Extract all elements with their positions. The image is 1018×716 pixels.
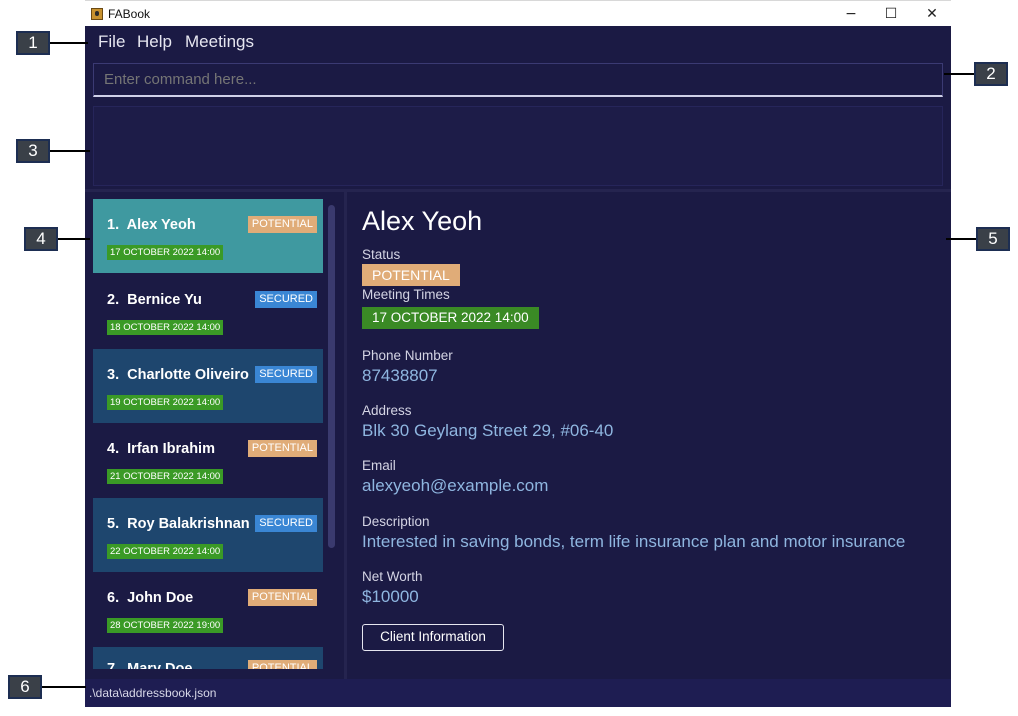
- status-tag: SECURED: [255, 515, 317, 532]
- split-divider[interactable]: [344, 192, 347, 679]
- client-name: Bernice Yu: [127, 292, 202, 308]
- callout-2: 2: [974, 62, 1008, 86]
- client-name: John Doe: [127, 590, 194, 606]
- title-bar: FABook − ☐ ✕: [85, 0, 951, 26]
- status-tag: SECURED: [255, 291, 317, 308]
- close-button[interactable]: ✕: [915, 3, 949, 25]
- status-tag: POTENTIAL: [247, 589, 317, 606]
- client-card-3[interactable]: 3. Charlotte Oliveiro SECURED 19 OCTOBER…: [93, 349, 323, 423]
- meeting-times-label: Meeting Times: [362, 287, 450, 302]
- detail-meeting-badge: 17 OCTOBER 2022 14:00: [362, 307, 539, 329]
- callout-line-1: [50, 42, 88, 44]
- menu-bar: File Help Meetings: [85, 26, 951, 58]
- client-information-button[interactable]: Client Information: [362, 624, 504, 651]
- callout-line-3: [50, 150, 90, 152]
- client-index: 1.: [107, 217, 120, 233]
- phone-label: Phone Number: [362, 348, 453, 363]
- window-title: FABook: [108, 7, 151, 21]
- callout-line-4: [58, 238, 90, 240]
- client-card-4[interactable]: 4. Irfan Ibrahim POTENTIAL 21 OCTOBER 20…: [93, 423, 323, 497]
- scrollbar-thumb[interactable]: [328, 205, 335, 548]
- client-index: 3.: [107, 367, 120, 383]
- detail-status-tag: POTENTIAL: [362, 264, 460, 286]
- status-tag: SECURED: [255, 366, 317, 383]
- client-name: Irfan Ibrahim: [127, 441, 215, 457]
- client-name: Alex Yeoh: [126, 217, 196, 233]
- callout-4: 4: [24, 227, 58, 251]
- description-value: Interested in saving bonds, term life in…: [362, 532, 906, 551]
- address-label: Address: [362, 403, 412, 418]
- client-card-6[interactable]: 6. John Doe POTENTIAL 28 OCTOBER 2022 19…: [93, 572, 323, 646]
- callout-1: 1: [16, 31, 50, 55]
- client-list: 1. Alex Yeoh POTENTIAL 17 OCTOBER 2022 1…: [93, 199, 324, 669]
- networth-value: $10000: [362, 587, 419, 606]
- client-name: Roy Balakrishnan: [127, 516, 250, 532]
- client-index: 5.: [107, 516, 120, 532]
- status-bar: .\data\addressbook.json: [85, 679, 951, 707]
- client-card-2[interactable]: 2. Bernice Yu SECURED 18 OCTOBER 2022 14…: [93, 274, 323, 348]
- minimize-button[interactable]: −: [834, 3, 868, 25]
- client-index: 4.: [107, 441, 120, 457]
- menu-meetings[interactable]: Meetings: [185, 32, 254, 52]
- status-tag: POTENTIAL: [247, 216, 317, 233]
- meeting-date-badge: 19 OCTOBER 2022 14:00: [107, 395, 224, 410]
- maximize-button[interactable]: ☐: [874, 3, 908, 25]
- result-display: [93, 106, 943, 186]
- callout-3: 3: [16, 139, 50, 163]
- menu-file[interactable]: File: [98, 32, 125, 52]
- app-window: FABook − ☐ ✕ File Help Meetings 1. Alex …: [85, 0, 951, 707]
- meeting-date-badge: 21 OCTOBER 2022 14:00: [107, 469, 224, 484]
- client-card-1[interactable]: 1. Alex Yeoh POTENTIAL 17 OCTOBER 2022 1…: [93, 199, 323, 273]
- callout-line-2: [944, 73, 974, 75]
- callout-6: 6: [8, 675, 42, 699]
- networth-label: Net Worth: [362, 569, 423, 584]
- app-logo-icon: [91, 8, 103, 20]
- file-path: .\data\addressbook.json: [89, 686, 217, 700]
- meeting-date-badge: 22 OCTOBER 2022 14:00: [107, 544, 224, 559]
- meeting-date-badge: 17 OCTOBER 2022 14:00: [107, 245, 224, 260]
- client-index: 6.: [107, 590, 120, 606]
- callout-5: 5: [976, 227, 1010, 251]
- detail-name: Alex Yeoh: [362, 206, 483, 236]
- client-name: Charlotte Oliveiro: [127, 367, 249, 383]
- description-label: Description: [362, 514, 430, 529]
- status-tag: POTENTIAL: [247, 440, 317, 457]
- email-label: Email: [362, 458, 396, 473]
- callout-line-5: [946, 238, 976, 240]
- client-card-7[interactable]: 7. Mary Doe POTENTIAL: [93, 647, 323, 669]
- menu-help[interactable]: Help: [137, 32, 172, 52]
- status-tag: POTENTIAL: [247, 660, 317, 669]
- email-value: alexyeoh@example.com: [362, 476, 549, 495]
- status-label: Status: [362, 247, 401, 262]
- address-value: Blk 30 Geylang Street 29, #06-40: [362, 421, 614, 440]
- callout-line-6: [42, 686, 86, 688]
- client-index: 2.: [107, 292, 120, 308]
- meeting-date-badge: 28 OCTOBER 2022 19:00: [107, 618, 224, 633]
- command-input[interactable]: [93, 63, 943, 97]
- phone-value: 87438807: [362, 366, 438, 385]
- client-name: Mary Doe: [127, 661, 193, 669]
- client-card-5[interactable]: 5. Roy Balakrishnan SECURED 22 OCTOBER 2…: [93, 498, 323, 572]
- client-index: 7.: [107, 661, 120, 669]
- panel-divider: [85, 189, 951, 192]
- meeting-date-badge: 18 OCTOBER 2022 14:00: [107, 320, 224, 335]
